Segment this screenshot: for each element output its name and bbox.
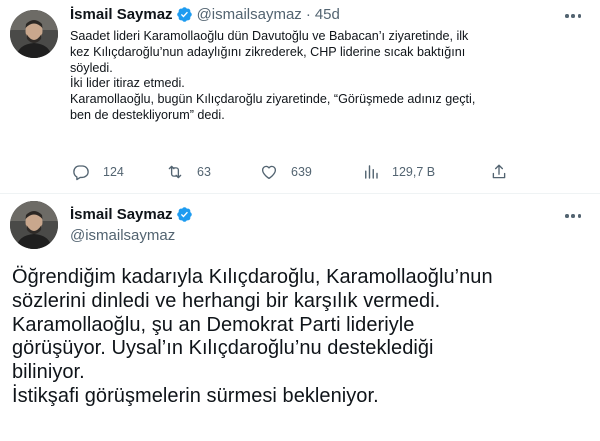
avatar-image bbox=[10, 201, 58, 249]
separator-dot: · bbox=[305, 6, 311, 23]
view-count: 129,7 B bbox=[392, 165, 436, 179]
handle[interactable]: @ismailsaymaz bbox=[197, 6, 302, 23]
tweet-text-line: İki lider itiraz etmedi. bbox=[70, 76, 185, 91]
tweet-text-line: İstikşafi görüşmelerin sürmesi bekleniyo… bbox=[12, 384, 379, 407]
tweet-text-line: Saadet lideri Karamollaoğlu dün Davutoğl… bbox=[70, 29, 469, 43]
verified-badge-icon bbox=[176, 6, 193, 23]
tweet-divider bbox=[0, 193, 600, 194]
tweet-text-line: ben de destekliyorum” dedi. bbox=[70, 107, 225, 122]
share-icon bbox=[492, 164, 506, 179]
display-name[interactable]: İsmail Saymaz bbox=[70, 6, 173, 23]
tweet-text: Öğrendiğim kadarıyla Kılıçdaroğlu, Karam… bbox=[12, 266, 597, 409]
share-button[interactable] bbox=[490, 163, 508, 181]
timestamp[interactable]: 45d bbox=[315, 6, 340, 23]
reply-button[interactable]: 124 bbox=[72, 163, 124, 181]
tweet-actions: 124 63 639 129,7 B bbox=[72, 163, 572, 181]
tweet-text-line: kez Kılıçdaroğlu’nun adaylığını zikreder… bbox=[70, 44, 466, 59]
tweet-text-line: sözlerini dinledi ve herhangi bir karşıl… bbox=[12, 289, 441, 312]
retweet-icon bbox=[168, 165, 182, 179]
retweet-count: 63 bbox=[197, 165, 211, 179]
tweet-text-line: Öğrendiğim kadarıyla Kılıçdaroğlu, Karam… bbox=[12, 266, 493, 288]
tweet-text-line: görüşüyor. Uysal’ın Kılıçdaroğlu’nu dest… bbox=[12, 337, 434, 360]
like-button[interactable]: 639 bbox=[260, 163, 312, 181]
heart-icon bbox=[261, 165, 277, 180]
avatar-image bbox=[10, 10, 58, 58]
avatar[interactable] bbox=[10, 201, 58, 249]
handle[interactable]: @ismailsaymaz bbox=[70, 227, 175, 244]
tweet-text-line: Karamollaoğlu, bugün Kılıçdaroğlu ziyare… bbox=[70, 92, 476, 107]
verified-badge-icon bbox=[176, 206, 193, 223]
tweet-text-line: söyledi. bbox=[70, 60, 113, 75]
reply-count: 124 bbox=[103, 165, 124, 179]
tweet-text: Saadet lideri Karamollaoğlu dün Davutoğl… bbox=[70, 29, 575, 124]
tweet-text-line: Karamollaoğlu, şu an Demokrat Parti lide… bbox=[12, 313, 415, 336]
tweet-header: İsmail Saymaz bbox=[70, 206, 193, 223]
views-chart-icon bbox=[365, 165, 378, 179]
tweet-header: İsmail Saymaz @ismailsaymaz · 45d bbox=[70, 6, 340, 23]
reply-icon bbox=[73, 165, 89, 181]
tweet-text-line: biliniyor. bbox=[12, 361, 85, 384]
more-options-icon[interactable] bbox=[565, 207, 581, 225]
more-options-icon[interactable] bbox=[565, 7, 581, 25]
retweet-button[interactable]: 63 bbox=[166, 163, 211, 181]
like-count: 639 bbox=[291, 165, 312, 179]
avatar[interactable] bbox=[10, 10, 58, 58]
tweet-quoted[interactable]: İsmail Saymaz @ismailsaymaz · 45d Saadet… bbox=[0, 0, 600, 193]
views-button[interactable]: 129,7 B bbox=[362, 163, 435, 181]
display-name[interactable]: İsmail Saymaz bbox=[70, 206, 173, 223]
